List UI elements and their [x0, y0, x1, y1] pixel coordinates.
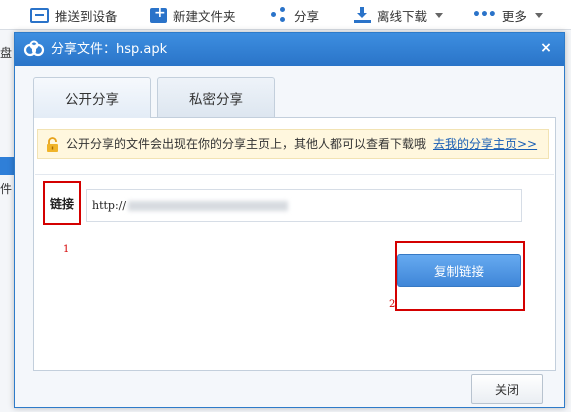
link-label: 链接	[43, 181, 81, 225]
new-folder-icon	[150, 5, 167, 23]
dialog-titlebar[interactable]: 分享文件：hsp.apk ×	[15, 33, 564, 66]
share-icon	[270, 7, 288, 23]
more-dots-icon: •••	[472, 7, 497, 23]
offline-download-button[interactable]: 离线下载	[354, 0, 444, 30]
close-icon[interactable]: ×	[536, 39, 556, 57]
share-dialog: 分享文件：hsp.apk × 公开分享 私密分享 公开分享的文件会出现在你的分享…	[14, 32, 565, 408]
chevron-down-icon	[534, 12, 543, 18]
cloud-logo-icon	[23, 40, 45, 57]
chevron-down-icon	[435, 12, 444, 18]
offline-download-icon	[354, 7, 371, 23]
main-toolbar: 推送到设备 新建文件夹 分享 离线下载 ••• 更多	[0, 0, 571, 30]
share-url-field[interactable]: http://	[86, 189, 522, 222]
new-folder-button[interactable]: 新建文件夹	[150, 0, 236, 30]
link-label-text: 链接	[49, 196, 74, 211]
annotation-highlight-box: 复制链接	[395, 241, 525, 311]
close-button[interactable]: 关闭	[471, 374, 543, 404]
send-to-device-button[interactable]: 推送到设备	[30, 0, 118, 30]
background-selected-row	[0, 157, 14, 175]
my-share-homepage-link[interactable]: 去我的分享主页>>	[433, 130, 537, 158]
dialog-title: 分享文件：hsp.apk	[51, 42, 168, 57]
new-folder-label: 新建文件夹	[173, 8, 236, 24]
send-to-device-icon	[30, 7, 49, 23]
offline-download-label: 离线下载	[377, 8, 428, 24]
copy-link-button[interactable]: 复制链接	[397, 254, 521, 287]
url-prefix: http://	[92, 199, 127, 212]
more-button[interactable]: ••• 更多	[472, 0, 543, 30]
background-file-text: 件工	[0, 182, 13, 196]
link-section: 链接 http:// 1 复制链接 2	[35, 174, 554, 324]
send-to-device-label: 推送到设备	[55, 8, 118, 24]
more-label: 更多	[501, 8, 527, 24]
tab-public-share[interactable]: 公开分享	[33, 77, 151, 118]
lock-icon	[47, 137, 58, 152]
share-button[interactable]: 分享	[270, 0, 319, 30]
background-sidebar-text: 盘	[0, 46, 13, 60]
notice-text: 公开分享的文件会出现在你的分享主页上，其他人都可以查看下载哦	[66, 137, 427, 151]
annotation-number-2: 2	[389, 299, 396, 310]
share-notice: 公开分享的文件会出现在你的分享主页上，其他人都可以查看下载哦 去我的分享主页>>	[37, 129, 549, 159]
url-blurred-content	[128, 201, 289, 211]
share-label: 分享	[294, 8, 320, 24]
public-share-panel: 公开分享的文件会出现在你的分享主页上，其他人都可以查看下载哦 去我的分享主页>>…	[33, 117, 556, 371]
tab-private-share[interactable]: 私密分享	[157, 77, 275, 117]
annotation-number-1: 1	[63, 244, 70, 255]
